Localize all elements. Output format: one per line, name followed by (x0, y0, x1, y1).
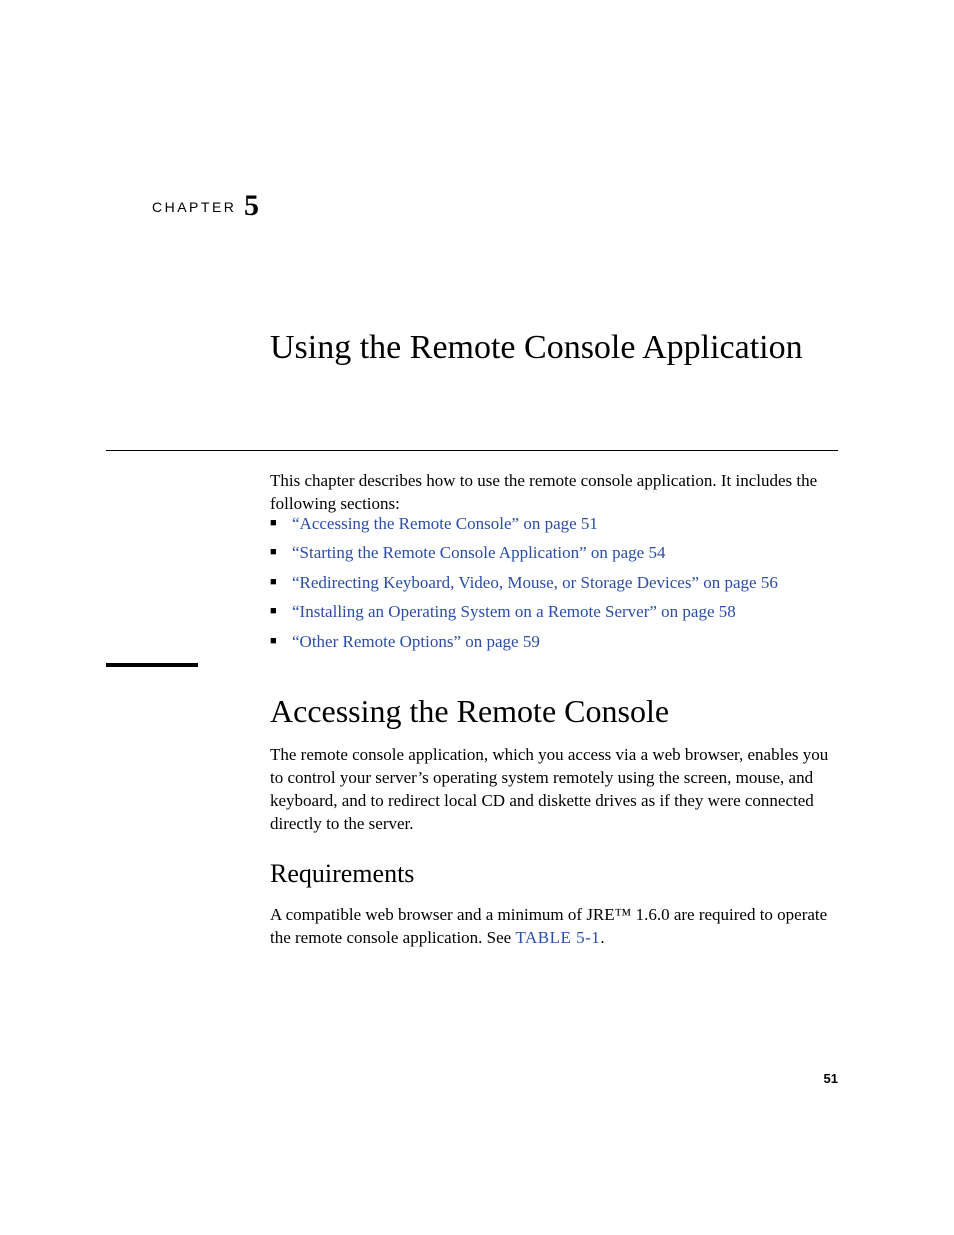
horizontal-rule (106, 450, 838, 451)
chapter-title: Using the Remote Console Application (270, 328, 840, 369)
section-heading: Accessing the Remote Console (270, 690, 840, 733)
toc-item[interactable]: “Starting the Remote Console Application… (270, 542, 840, 565)
toc-item[interactable]: “Redirecting Keyboard, Video, Mouse, or … (270, 572, 840, 595)
page-number: 51 (824, 1070, 838, 1088)
chapter-number: 5 (244, 186, 259, 227)
section-rule (106, 663, 198, 667)
table-reference-link[interactable]: TABLE 5-1 (515, 928, 600, 947)
chapter-label: CHAPTER (152, 198, 236, 217)
subsection-text-post: . (600, 928, 604, 947)
page: CHAPTER 5 Using the Remote Console Appli… (0, 0, 954, 1235)
subsection-paragraph: A compatible web browser and a minimum o… (270, 904, 840, 950)
section-paragraph: The remote console application, which yo… (270, 744, 840, 836)
toc-item[interactable]: “Installing an Operating System on a Rem… (270, 601, 840, 624)
toc-item[interactable]: “Other Remote Options” on page 59 (270, 631, 840, 654)
intro-paragraph: This chapter describes how to use the re… (270, 470, 840, 516)
subsection-heading: Requirements (270, 856, 414, 891)
toc-list: “Accessing the Remote Console” on page 5… (270, 513, 840, 660)
toc-item[interactable]: “Accessing the Remote Console” on page 5… (270, 513, 840, 536)
